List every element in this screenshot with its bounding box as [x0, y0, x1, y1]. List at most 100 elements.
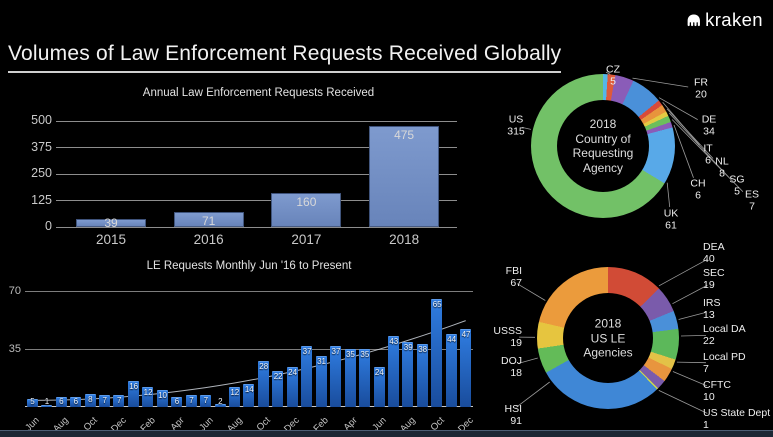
slice-label: ES7	[745, 190, 759, 213]
donut-center-line: 2018	[583, 316, 632, 331]
x-tick-label: 2015	[69, 232, 153, 247]
leader-line	[673, 372, 707, 386]
donut-center-label: 2018Country ofRequestingAgency	[573, 117, 634, 175]
slice-label-name: UK	[664, 209, 679, 221]
slice-label-value: 5	[606, 76, 620, 88]
leader-line	[677, 362, 706, 363]
slice-label: IRS13	[703, 298, 773, 321]
slice-label: SEC19	[703, 268, 773, 291]
slice-label: US State Dept1	[703, 408, 773, 431]
annual-bar-chart: 012525037550039201571201616020174752018	[62, 121, 455, 227]
monthly-chart-title: LE Requests Monthly Jun '16 to Present	[25, 260, 473, 272]
y-tick-label: 0	[12, 219, 52, 233]
bottom-edge-strip	[0, 430, 773, 437]
kraken-logo-icon	[685, 12, 702, 29]
slice-label-value: 6	[690, 190, 705, 202]
monthly-bar	[431, 299, 442, 407]
slice-label-name: US	[507, 115, 525, 127]
slice-label: HSI91	[482, 404, 522, 427]
y-tick-label: 375	[12, 140, 52, 154]
slice-label: FBI67	[482, 266, 522, 289]
monthly-bar	[388, 336, 399, 407]
y-tick-label: 70	[1, 285, 21, 297]
monthly-bar-value: 35	[356, 350, 373, 359]
y-tick-label: 500	[12, 113, 52, 127]
donut-center-label: 2018US LEAgencies	[583, 316, 632, 360]
annual-chart-title: Annual Law Enforcement Requests Received	[62, 87, 455, 99]
slice-label-value: 8	[715, 168, 728, 180]
annual-bar-value: 475	[369, 128, 439, 142]
slice-label-value: 91	[482, 416, 522, 428]
slice-label-value: 315	[507, 126, 525, 138]
slice-label-value: 13	[703, 310, 773, 322]
monthly-bar-value: 65	[429, 300, 446, 309]
slice-label-name: CFTC	[703, 380, 773, 392]
y-tick-label: 35	[1, 343, 21, 355]
slice-label-name: DE	[702, 115, 717, 127]
slice-label-name: DEA	[703, 242, 773, 254]
slice-label: DE34	[702, 115, 717, 138]
slice-label-value: 22	[703, 336, 773, 348]
gridline	[56, 121, 457, 122]
slice-label: NL8	[715, 157, 728, 180]
slice-label: CFTC10	[703, 380, 773, 403]
slice-label-value: 40	[703, 254, 773, 266]
slice-label-name: HSI	[482, 404, 522, 416]
slice-label-value: 7	[745, 201, 759, 213]
donut-center-line: Agency	[573, 161, 634, 176]
slice-label-value: 10	[703, 392, 773, 404]
monthly-bar-value: 7	[111, 396, 128, 405]
slice-label-value: 6	[703, 155, 712, 167]
slice-label: SG5	[729, 175, 744, 198]
slice-label: CZ5	[606, 65, 620, 88]
monthly-bar-value: 24	[371, 368, 388, 377]
monthly-bar-value: 14	[241, 385, 258, 394]
slice-label-name: Local PD	[703, 352, 773, 364]
monthly-bar-value: 31	[313, 357, 330, 366]
slice-label: Local DA22	[703, 324, 773, 347]
monthly-bar	[460, 329, 471, 407]
slice-label: FR20	[694, 78, 708, 101]
donut-center-line: 2018	[573, 117, 634, 132]
slice-label-name: Local DA	[703, 324, 773, 336]
slice-label-value: 67	[482, 278, 522, 290]
monthly-bar-value: 24	[284, 368, 301, 377]
slice-label-name: IT	[703, 144, 712, 156]
monthly-bar-chart: 35705Jun16Aug68Oct77Dec1612Feb106Apr77Ju…	[25, 291, 473, 407]
slice-label-name: SEC	[703, 268, 773, 280]
page-title: Volumes of Law Enforcement Requests Rece…	[8, 42, 561, 73]
donut-center-line: Country of	[573, 132, 634, 147]
x-tick-label: 2016	[167, 232, 251, 247]
slice-label: DEA40	[703, 242, 773, 265]
slice-label-value: 7	[703, 364, 773, 376]
slice-label-name: DOJ	[482, 356, 522, 368]
annual-bar-value: 71	[174, 214, 244, 228]
slice-label-value: 19	[703, 280, 773, 292]
slice-label: Local PD7	[703, 352, 773, 375]
donut-center-line: Requesting	[573, 146, 634, 161]
slice-label: CH6	[690, 179, 705, 202]
slice-label-name: US State Dept	[703, 408, 773, 420]
leader-line	[674, 125, 694, 178]
slice-label-value: 34	[702, 126, 717, 138]
x-tick-label: 2017	[264, 232, 348, 247]
monthly-bar-value: 2	[212, 397, 229, 406]
slice-label-name: FR	[694, 78, 708, 90]
annual-bar-value: 160	[271, 195, 341, 209]
slice-label-name: CZ	[606, 65, 620, 77]
monthly-bar-value: 28	[255, 362, 272, 371]
slice-label-name: NL	[715, 157, 728, 169]
country-donut-chart: 2018Country ofRequestingAgencyCZ5FR20DE3…	[480, 62, 773, 240]
slice-label-name: USSS	[482, 326, 522, 338]
slice-label-value: 20	[694, 89, 708, 101]
gridline	[25, 291, 473, 292]
donut-center-line: US LE	[583, 331, 632, 346]
monthly-bar-value: 38	[414, 345, 431, 354]
monthly-bar-value: 47	[458, 330, 475, 339]
kraken-logo: kraken	[685, 9, 763, 31]
x-tick-label: 2018	[362, 232, 446, 247]
slice-label: DOJ18	[482, 356, 522, 379]
kraken-logo-text: kraken	[705, 9, 763, 31]
y-tick-label: 125	[12, 193, 52, 207]
slice-label-name: FBI	[482, 266, 522, 278]
